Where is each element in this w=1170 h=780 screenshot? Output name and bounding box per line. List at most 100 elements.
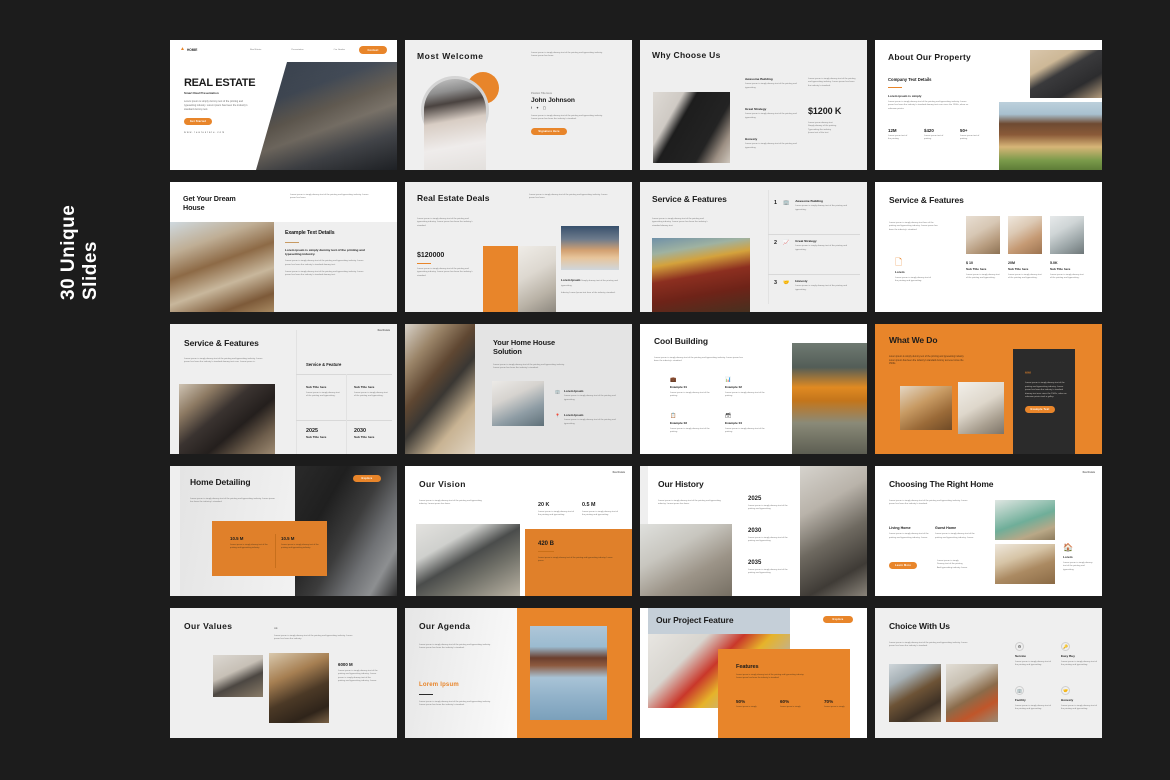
wwd-body: Lorem ipsum is simply dummy text of the … [889,356,965,366]
choosing-bullet-2: And typesetting industry Lorem [937,566,968,569]
feature-body-2: Lorem ipsum is simply dummy text of the … [745,143,797,149]
about-lead: Lorem ipsum is simply [888,94,922,98]
nav-cta-button[interactable]: Contact [359,46,387,54]
vision-stat-caption-1: Lorem ipsum is simply dummy text of the … [582,511,618,517]
choosing-column-body-1: Lorem ipsum is simply dummy text of the … [935,533,975,539]
wwd-image-1 [958,382,1004,434]
cover-title: REAL ESTATE [184,77,256,89]
feature-body-1: Lorem ipsum is simply dummy text of the … [745,113,797,119]
slide-thumbnail-our-history[interactable]: Our History Lorem ipsum is simply dummy … [640,466,867,596]
slide-thumbnail-choice-with-us[interactable]: Choice With Us Lorem ipsum is simply dum… [875,608,1102,738]
sf-grid-cell-label-1: Sub Title here [354,385,375,389]
project-explore-button[interactable]: Explore [823,616,853,623]
instagram-icon[interactable]: ▢ [543,106,546,110]
slide-thumbnail-our-vision[interactable]: Real Estate Our Vision Lorem ipsum is si… [405,466,632,596]
sf-grid-cell-label-3: 2030 [354,428,366,434]
wwd-quote: Lorem ipsum is simply dummy text of the … [1025,382,1067,399]
cool-example-label-1: Example 02 [725,385,743,389]
slide-thumbnail-why-choose-us[interactable]: Why Choose Us Awesome Building Lorem ips… [640,40,867,170]
vision-stat-value-1: 0.5 M [582,502,596,508]
wwd-button[interactable]: Example Text [1025,405,1055,413]
detailing-explore-button[interactable]: Explore [353,475,381,482]
about-stat-value-1: $420 [924,128,934,133]
about-stat-caption-2: Lorem ipsum text of printing [960,134,980,140]
slide-thumbnail-home-detailing[interactable]: Home Detailing Lorem ipsum is simply dum… [170,466,397,596]
sf-item-num-2: 3 [774,280,777,286]
nav-link-real-estate[interactable]: Real Estate [250,49,261,52]
slide-thumbnail-cover[interactable]: ▲ HOMIE Real Estate Presentation Our Gra… [170,40,397,170]
briefcase-icon: 💼 [670,377,677,383]
twitter-icon[interactable]: ✦ [536,106,539,110]
cool-example-label-0: Example 01 [670,385,688,389]
slide-thumbnail-most-welcome[interactable]: Most Welcome Lorem ipsum is simply dummy… [405,40,632,170]
choice-feature-body-0: Lorem ipsum is simply dummy text of the … [1015,660,1051,667]
welcome-name: John Johnson [531,96,575,104]
choice-feature-label-1: Easy Buy [1061,654,1075,658]
slide-thumbnail-our-agenda[interactable]: Our Agenda Lorem ipsum is simply dummy t… [405,608,632,738]
sf-grid-cell-body-2: Sub Title here [306,435,327,439]
about-body: Lorem ipsum is simply dummy text of the … [888,101,969,110]
slide-thumbnail-service-features-cards[interactable]: Service & Features Lorem ipsum is simply… [875,182,1102,312]
choice-feature-label-2: Facility [1015,698,1026,702]
dream-body-2: Lorem ipsum is simply dummy text of the … [285,270,364,277]
vision-image [416,524,520,596]
slide-thumbnail-service-features-list[interactable]: Service & Features Lorem ipsum is simply… [640,182,867,312]
cover-subtitle: Smart Real Presentation [184,91,219,95]
sf-card-subtitle-0: Sub Title here [966,266,987,271]
values-quote: Lorem ipsum is simply dummy text of the … [274,634,353,640]
feature-label-0: Awesome Building [745,77,773,81]
project-stat-caption-1: Lorem ipsum is simply [780,706,801,708]
choice-feature-body-2: Lorem ipsum is simply dummy text of the … [1015,704,1051,711]
slide-thumbnail-our-project-feature[interactable]: Our Project Feature Explore Features Lor… [640,608,867,738]
cool-image [792,343,867,454]
sf-grid-panel-title: Service & Feature [306,362,342,367]
feature-body-0: Lorem ipsum is simply dummy text of the … [745,83,797,89]
nav-link-presentation[interactable]: Presentation [291,49,303,52]
welcome-signature-button[interactable]: Signature Here [531,127,567,135]
facebook-icon[interactable]: f [531,106,532,110]
chart-icon: 📈 [783,239,790,246]
slide-thumbnail-real-estate-deals[interactable]: Real Estate Deals Lorem ipsum is simply … [405,182,632,312]
about-image-sofa [1030,50,1102,98]
sf-list-image [652,238,750,312]
slide-thumbnail-about-our-property[interactable]: About Our Property Company Text Details … [875,40,1102,170]
values-quote-mark: ““ [274,627,278,631]
cool-body: Lorem ipsum is simply dummy text of the … [654,357,743,363]
sf-card-body-2: Lorem ipsum is simply dummy text of the … [1050,273,1084,280]
wwd-title: What We Do [889,335,938,345]
about-title: About Our Property [888,52,971,62]
slide-thumbnail-get-your-dream-house[interactable]: Get Your Dream House Lorem ipsum is simp… [170,182,397,312]
history-year-1: 2030 [748,528,762,534]
sf-item-label-0: Awesome Building [795,199,823,203]
cool-example-body-3: Lorem ipsum is simply dummy text of the … [725,427,765,434]
choice-image-1 [946,664,998,722]
sf-grid-cell-body-1: Lorem ipsum is simply dummy text of the … [354,391,388,398]
choosing-side-label: Lorem [1063,555,1073,559]
slide-thumbnail-choosing-the-right-home[interactable]: Real Estate Choosing The Right Home Lore… [875,466,1102,596]
solution-image-secondary [492,381,544,426]
deals-price-caption: Lorem ipsum is simply dummy text of the … [417,268,473,277]
cover-body: Lorem ipsum is simply dummy text of the … [184,100,248,111]
vision-highlight-value: 420 B [538,541,555,547]
slide-thumbnail-service-features-grid[interactable]: Real Estate Service & Features Lorem ips… [170,324,397,454]
slide-thumbnail-our-values[interactable]: Our Values ““ Lorem ipsum is simply dumm… [170,608,397,738]
deals-house-image [561,226,619,270]
project-stat-value-1: 60% [780,699,790,704]
handshake-icon: 🤝 [783,279,790,286]
nav-link-our-grades[interactable]: Our Grades [334,49,345,52]
vision-highlight-caption: Lorem ipsum is simply dummy text of the … [538,557,613,563]
deals-title: Real Estate Deals [417,193,490,203]
clipboard-icon: 📋 [670,413,677,419]
building-icon: 🏢 [783,199,790,206]
slide-thumbnail-your-home-house-solution[interactable]: Your Home House Solution Lorem ipsum is … [405,324,632,454]
history-title: Our History [658,479,704,489]
choosing-learn-more-button[interactable]: Learn More [889,562,917,569]
cover-cta-button[interactable]: Get Started [184,118,212,126]
sf-card-value-0: $ 10 [966,261,973,265]
slide-thumbnail-cool-building[interactable]: Cool Building Lorem ipsum is simply dumm… [640,324,867,454]
chart-icon: 📊 [725,377,732,383]
choosing-body: Lorem ipsum is simply dummy text of the … [889,500,968,506]
detailing-stat-caption-0: Lorem ipsum is simply dummy text of the … [230,544,268,550]
slide-thumbnail-what-we-do[interactable]: What We Do Lorem ipsum is simply dummy t… [875,324,1102,454]
brand-logo-icon: ▲ [180,46,185,52]
